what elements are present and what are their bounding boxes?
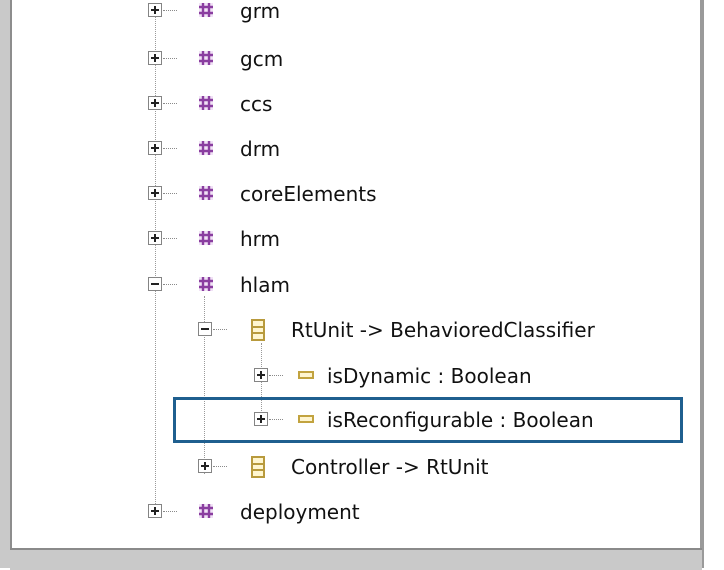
tree-item-hlam[interactable]: hlam bbox=[0, 269, 700, 301]
expand-toggle-icon[interactable] bbox=[254, 368, 268, 382]
package-icon bbox=[199, 96, 213, 110]
tree-item-label: ccs bbox=[240, 92, 273, 116]
tree-item-label: RtUnit -> BehavioredClassifier bbox=[291, 318, 595, 342]
tree-connector bbox=[213, 466, 227, 467]
tree-item-ccs[interactable]: ccs bbox=[0, 88, 700, 120]
tree-item-label: deployment bbox=[240, 500, 360, 524]
package-icon bbox=[199, 141, 213, 155]
tree-connector bbox=[269, 375, 283, 376]
expand-toggle-icon[interactable] bbox=[148, 186, 162, 200]
expand-toggle-icon[interactable] bbox=[148, 96, 162, 110]
tree-item-label: grm bbox=[240, 0, 281, 23]
expand-toggle-icon[interactable] bbox=[148, 51, 162, 65]
expand-toggle-icon[interactable] bbox=[148, 504, 162, 518]
tree-item-label: hrm bbox=[240, 227, 281, 251]
tree-connector bbox=[163, 193, 177, 194]
panel-right-border bbox=[700, 0, 704, 568]
tree-connector bbox=[163, 284, 177, 285]
class-icon bbox=[251, 456, 265, 478]
selection-highlight-box bbox=[173, 397, 683, 443]
tree-connector bbox=[163, 58, 177, 59]
collapse-toggle-icon[interactable] bbox=[148, 277, 162, 291]
expand-toggle-icon[interactable] bbox=[148, 231, 162, 245]
expand-toggle-icon[interactable] bbox=[148, 141, 162, 155]
tree-item-label: isDynamic : Boolean bbox=[327, 364, 532, 388]
tree-item-drm[interactable]: drm bbox=[0, 133, 700, 165]
tree-item-hrm[interactable]: hrm bbox=[0, 223, 700, 255]
package-icon bbox=[199, 504, 213, 518]
attribute-icon bbox=[298, 371, 314, 379]
collapse-toggle-icon[interactable] bbox=[198, 322, 212, 336]
tree-item-label: gcm bbox=[240, 47, 284, 71]
tree-item-isdynamic[interactable]: isDynamic : Boolean bbox=[0, 360, 700, 392]
tree-item-rtunit[interactable]: RtUnit -> BehavioredClassifier bbox=[0, 314, 700, 346]
panel-bottom-border bbox=[10, 548, 702, 570]
tree-connector bbox=[163, 10, 177, 11]
tree-item-coreelements[interactable]: coreElements bbox=[0, 178, 700, 210]
package-icon bbox=[199, 3, 213, 17]
tree-connector bbox=[213, 329, 227, 330]
tree-item-label: coreElements bbox=[240, 182, 377, 206]
tree-item-grm[interactable]: grm bbox=[0, 0, 700, 27]
expand-toggle-icon[interactable] bbox=[198, 459, 212, 473]
expand-toggle-icon[interactable] bbox=[148, 3, 162, 17]
package-icon bbox=[199, 51, 213, 65]
package-icon bbox=[199, 277, 213, 291]
tree-item-gcm[interactable]: gcm bbox=[0, 43, 700, 75]
tree-item-label: drm bbox=[240, 137, 281, 161]
tree-connector bbox=[163, 103, 177, 104]
tree-connector bbox=[163, 148, 177, 149]
tree-connector bbox=[163, 511, 177, 512]
package-icon bbox=[199, 186, 213, 200]
class-icon bbox=[251, 319, 265, 341]
tree-item-controller[interactable]: Controller -> RtUnit bbox=[0, 451, 700, 483]
tree-connector bbox=[163, 238, 177, 239]
package-icon bbox=[199, 231, 213, 245]
tree-item-label: hlam bbox=[240, 273, 290, 297]
tree-item-deployment[interactable]: deployment bbox=[0, 496, 700, 528]
tree-item-label: Controller -> RtUnit bbox=[291, 455, 489, 479]
